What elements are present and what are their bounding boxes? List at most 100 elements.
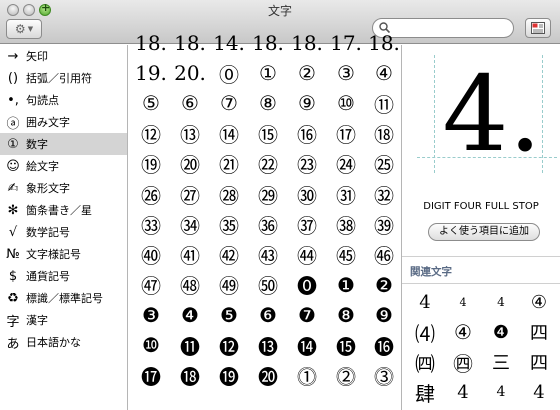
search-input[interactable] <box>393 21 509 35</box>
sidebar-item-digits[interactable]: ① 数字 <box>0 133 127 155</box>
character-cell[interactable]: ⓫ <box>170 331 210 359</box>
sidebar-item-letterlike[interactable]: № 文字様記号 <box>0 243 127 265</box>
character-cell[interactable]: ⓬ <box>209 331 249 359</box>
character-cell[interactable]: ㊶ <box>170 240 210 268</box>
sidebar-item-pictographs[interactable]: ✍ 象形文字 <box>0 177 127 199</box>
character-cell[interactable]: ⑱ <box>364 120 401 148</box>
related-character-cell[interactable]: 4 <box>444 287 482 317</box>
character-cell[interactable]: ㉗ <box>170 180 210 208</box>
character-cell[interactable]: ⓳ <box>209 361 249 389</box>
character-cell[interactable]: ❷ <box>364 271 401 299</box>
character-cell[interactable]: ❸ <box>131 301 171 329</box>
character-cell[interactable]: ㊺ <box>326 240 366 268</box>
character-cell[interactable]: ⑧ <box>248 89 288 117</box>
character-cell[interactable]: ❿ <box>131 331 171 359</box>
character-cell[interactable]: 18. <box>364 35 401 57</box>
character-cell[interactable]: ⓵ <box>287 361 327 389</box>
character-cell[interactable]: ⓲ <box>170 361 210 389</box>
character-cell[interactable]: ⑬ <box>170 120 210 148</box>
character-cell[interactable]: ⑩ <box>326 89 366 117</box>
character-cell[interactable]: ㉕ <box>364 150 401 178</box>
character-cell[interactable]: ㉞ <box>170 210 210 238</box>
character-cell[interactable]: ㊳ <box>326 210 366 238</box>
character-cell[interactable]: ⓰ <box>364 331 401 359</box>
character-cell[interactable]: ㊹ <box>287 240 327 268</box>
character-cell[interactable]: ㊵ <box>131 240 171 268</box>
character-cell[interactable]: 18. <box>287 35 327 57</box>
character-cell[interactable]: ㉟ <box>209 210 249 238</box>
sidebar-item-arrows[interactable]: → 矢印 <box>0 45 127 67</box>
character-cell[interactable]: ㉑ <box>209 150 249 178</box>
character-cell[interactable]: ⑯ <box>287 120 327 148</box>
character-cell[interactable]: ⑦ <box>209 89 249 117</box>
sidebar-item-signs[interactable]: ♻ 標識／標準記号 <box>0 287 127 309</box>
related-character-cell[interactable]: 4 <box>482 377 520 407</box>
related-character-cell[interactable]: ⑷ <box>406 317 444 347</box>
character-cell[interactable]: ⓮ <box>287 331 327 359</box>
character-cell[interactable]: ㉘ <box>209 180 249 208</box>
character-cell[interactable]: ❼ <box>287 301 327 329</box>
character-cell[interactable]: ㊽ <box>170 271 210 299</box>
related-character-cell[interactable]: ④ <box>444 317 482 347</box>
character-cell[interactable]: 18. <box>248 35 288 57</box>
character-cell[interactable]: ㊾ <box>209 271 249 299</box>
character-cell[interactable]: ㊿ <box>248 271 288 299</box>
sidebar-item-punctuation[interactable]: •, 句読点 <box>0 89 127 111</box>
action-menu-button[interactable]: ⚙ ▼ <box>6 19 42 39</box>
toggle-view-button[interactable] <box>525 18 551 38</box>
character-cell[interactable]: ⓿ <box>287 271 327 299</box>
character-cell[interactable]: ⓴ <box>248 361 288 389</box>
character-cell[interactable]: ⓶ <box>326 361 366 389</box>
add-to-favorites-button[interactable]: よく使う項目に追加 <box>428 223 540 241</box>
related-character-cell[interactable]: ㊃ <box>444 347 482 377</box>
character-cell[interactable]: ⓪ <box>209 59 249 87</box>
related-character-cell[interactable]: 4 <box>482 287 520 317</box>
character-cell[interactable]: ⑮ <box>248 120 288 148</box>
character-cell[interactable]: ❶ <box>326 271 366 299</box>
character-cell[interactable]: ⑫ <box>131 120 171 148</box>
character-cell[interactable]: ㉓ <box>287 150 327 178</box>
character-cell[interactable]: ⑥ <box>170 89 210 117</box>
character-cell[interactable]: ㉚ <box>287 180 327 208</box>
character-cell[interactable]: ㊸ <box>248 240 288 268</box>
sidebar-item-emoji[interactable]: ☺ 絵文字 <box>0 155 127 177</box>
character-cell[interactable]: ⓱ <box>131 361 171 389</box>
character-cell[interactable]: ② <box>287 59 327 87</box>
character-cell[interactable]: 18. <box>170 35 210 57</box>
character-cell[interactable]: ❺ <box>209 301 249 329</box>
character-cell[interactable]: ④ <box>364 59 401 87</box>
sidebar-item-math[interactable]: √ 数学記号 <box>0 221 127 243</box>
sidebar-item-kanji[interactable]: 字 漢字 <box>0 309 127 331</box>
character-cell[interactable]: 19. <box>131 59 171 87</box>
character-cell[interactable]: ⓯ <box>326 331 366 359</box>
character-cell[interactable]: ㉙ <box>248 180 288 208</box>
related-character-cell[interactable]: 4 <box>444 377 482 407</box>
character-cell[interactable]: ㊲ <box>287 210 327 238</box>
character-cell[interactable]: ㉒ <box>248 150 288 178</box>
sidebar-item-enclosed[interactable]: ⓐ 囲み文字 <box>0 111 127 133</box>
character-cell[interactable]: ㉖ <box>131 180 171 208</box>
related-character-cell[interactable]: 4 <box>406 287 444 317</box>
character-cell[interactable]: ❹ <box>170 301 210 329</box>
character-cell[interactable]: ⑳ <box>170 150 210 178</box>
character-cell[interactable]: ❾ <box>364 301 401 329</box>
related-character-cell[interactable]: 四 <box>520 317 558 347</box>
sidebar-item-bullets-stars[interactable]: ✻ 箇条書き／星 <box>0 199 127 221</box>
character-cell[interactable]: ⓷ <box>364 361 401 389</box>
character-cell[interactable]: ❻ <box>248 301 288 329</box>
related-character-cell[interactable]: 肆 <box>406 377 444 407</box>
related-character-cell[interactable]: ㈣ <box>406 347 444 377</box>
related-character-cell[interactable]: 三 <box>482 347 520 377</box>
character-cell[interactable]: ㊼ <box>131 271 171 299</box>
sidebar-item-brackets[interactable]: () 括弧／引用符 <box>0 67 127 89</box>
related-character-cell[interactable]: 4 <box>520 377 558 407</box>
character-cell[interactable]: ⓭ <box>248 331 288 359</box>
character-cell[interactable]: 17. <box>326 35 366 57</box>
character-cell[interactable]: ㉝ <box>131 210 171 238</box>
related-character-cell[interactable]: ❹ <box>482 317 520 347</box>
character-cell[interactable]: ③ <box>326 59 366 87</box>
character-cell[interactable]: ⑲ <box>131 150 171 178</box>
character-cell[interactable]: 20. <box>170 59 210 87</box>
character-cell[interactable]: ㉛ <box>326 180 366 208</box>
character-cell[interactable]: 14. <box>209 35 249 57</box>
